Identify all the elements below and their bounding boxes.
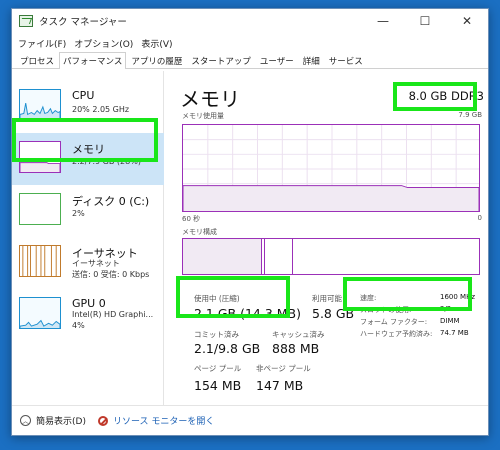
window-title: タスク マネージャー <box>39 17 127 28</box>
cpu-mini-graph <box>19 89 61 121</box>
time-axis-start: 60 秒 <box>182 215 201 223</box>
tab-users[interactable]: ユーザー <box>256 53 298 68</box>
fewer-details-button[interactable]: 簡易表示(D) <box>36 414 86 427</box>
window-controls: — ☐ ✕ <box>362 9 488 33</box>
gpu-mini-graph <box>19 297 61 329</box>
tab-bar: プロセス パフォーマンス アプリの履歴 スタートアップ ユーザー 詳細 サービス <box>12 52 488 69</box>
nonpaged-pool-label: 非ページ プール <box>256 364 311 373</box>
maximize-button[interactable]: ☐ <box>404 9 446 33</box>
available-value: 5.8 GB <box>312 306 355 321</box>
tab-services[interactable]: サービス <box>325 53 367 68</box>
sidebar-item-title: CPU <box>72 89 95 102</box>
composition-free <box>293 239 479 274</box>
disk-mini-graph <box>19 193 61 225</box>
slots-used-label: スロットの使用: <box>360 306 412 314</box>
memory-composition-bar <box>182 238 480 275</box>
task-manager-window: タスク マネージャー — ☐ ✕ ファイル(F) オプション(O) 表示(V) … <box>11 8 489 436</box>
speed-value: 1600 MHz <box>440 293 476 301</box>
in-use-label: 使用中 (圧縮) <box>194 294 240 303</box>
resource-monitor-icon <box>97 415 108 426</box>
form-factor-value: DIMM <box>440 317 460 325</box>
menu-file[interactable]: ファイル(F) <box>18 37 66 50</box>
usage-graph-max: 7.9 GB <box>458 111 482 119</box>
memory-mini-graph <box>19 141 61 173</box>
sidebar-item-detail: 4% <box>72 321 85 330</box>
menu-bar: ファイル(F) オプション(O) 表示(V) <box>12 35 488 51</box>
chevron-up-icon[interactable]: ︿ <box>20 415 31 426</box>
cached-value: 888 MB <box>272 341 320 356</box>
sidebar-item-cpu[interactable]: CPU 20% 2.05 GHz <box>12 81 164 133</box>
tab-processes[interactable]: プロセス <box>16 53 58 68</box>
paged-pool-label: ページ プール <box>194 364 242 373</box>
form-factor-label: フォーム ファクター: <box>360 318 428 326</box>
sidebar-item-title: ディスク 0 (C:) <box>72 195 150 208</box>
memory-usage-graph <box>182 124 480 212</box>
composition-in-use <box>183 239 262 274</box>
sidebar-item-subtitle: Intel(R) HD Graphi... <box>72 310 154 319</box>
sidebar-item-title: メモリ <box>72 143 105 156</box>
tab-startup[interactable]: スタートアップ <box>187 53 255 68</box>
title-bar: タスク マネージャー — ☐ ✕ <box>12 9 488 33</box>
nonpaged-pool-value: 147 MB <box>256 378 304 393</box>
sidebar-item-gpu[interactable]: GPU 0 Intel(R) HD Graphi... 4% <box>12 289 164 341</box>
composition-label: メモリ構成 <box>182 228 217 236</box>
task-manager-icon <box>19 15 33 27</box>
tab-performance[interactable]: パフォーマンス <box>59 52 127 69</box>
sidebar-item-subtitle: 2.2/7.9 GB (28%) <box>72 157 141 166</box>
close-button[interactable]: ✕ <box>446 9 488 33</box>
paged-pool-value: 154 MB <box>194 378 242 393</box>
menu-view[interactable]: 表示(V) <box>141 37 172 50</box>
sidebar-item-memory[interactable]: メモリ 2.2/7.9 GB (28%) <box>12 133 164 185</box>
tab-details[interactable]: 詳細 <box>299 53 324 68</box>
performance-sidebar: CPU 20% 2.05 GHz メモリ 2.2/7.9 GB (28%) ディ… <box>12 71 164 405</box>
memory-detail-panel: メモリ 8.0 GB DDR3 メモリ使用量 7.9 GB 60 秒 0 メモリ… <box>172 71 484 405</box>
open-resource-monitor-link[interactable]: リソース モニターを開く <box>113 414 214 427</box>
sidebar-item-subtitle: 2% <box>72 209 85 218</box>
tab-app-history[interactable]: アプリの履歴 <box>127 53 186 68</box>
speed-label: 速度: <box>360 294 377 302</box>
minimize-button[interactable]: — <box>362 9 404 33</box>
usage-graph-label: メモリ使用量 <box>182 112 224 120</box>
in-use-value: 2.1 GB (14.3 MB) <box>194 306 302 321</box>
available-label: 利用可能 <box>312 294 342 303</box>
sidebar-item-subtitle: イーサネット <box>72 259 120 268</box>
sidebar-item-subtitle: 20% 2.05 GHz <box>72 105 130 114</box>
sidebar-item-title: GPU 0 <box>72 297 106 310</box>
page-title: メモリ <box>180 87 240 111</box>
sidebar-item-disk[interactable]: ディスク 0 (C:) 2% <box>12 185 164 237</box>
cached-label: キャッシュ済み <box>272 330 325 339</box>
ethernet-mini-graph <box>19 245 61 277</box>
composition-standby <box>265 239 293 274</box>
slots-used-value: 2/2 <box>440 305 452 313</box>
memory-spec: 8.0 GB DDR3 <box>408 89 484 103</box>
sidebar-item-ethernet[interactable]: イーサネット イーサネット 送信: 0 受信: 0 Kbps <box>12 237 164 289</box>
menu-options[interactable]: オプション(O) <box>74 37 133 50</box>
committed-value: 2.1/9.8 GB <box>194 341 261 356</box>
time-axis-end: 0 <box>477 214 482 222</box>
committed-label: コミット済み <box>194 330 239 339</box>
sidebar-item-detail: 送信: 0 受信: 0 Kbps <box>72 270 150 279</box>
hardware-reserved-value: 74.7 MB <box>440 329 469 337</box>
hardware-reserved-label: ハードウェア予約済み: <box>360 330 433 338</box>
footer-bar: ︿ 簡易表示(D) リソース モニターを開く <box>12 405 488 435</box>
